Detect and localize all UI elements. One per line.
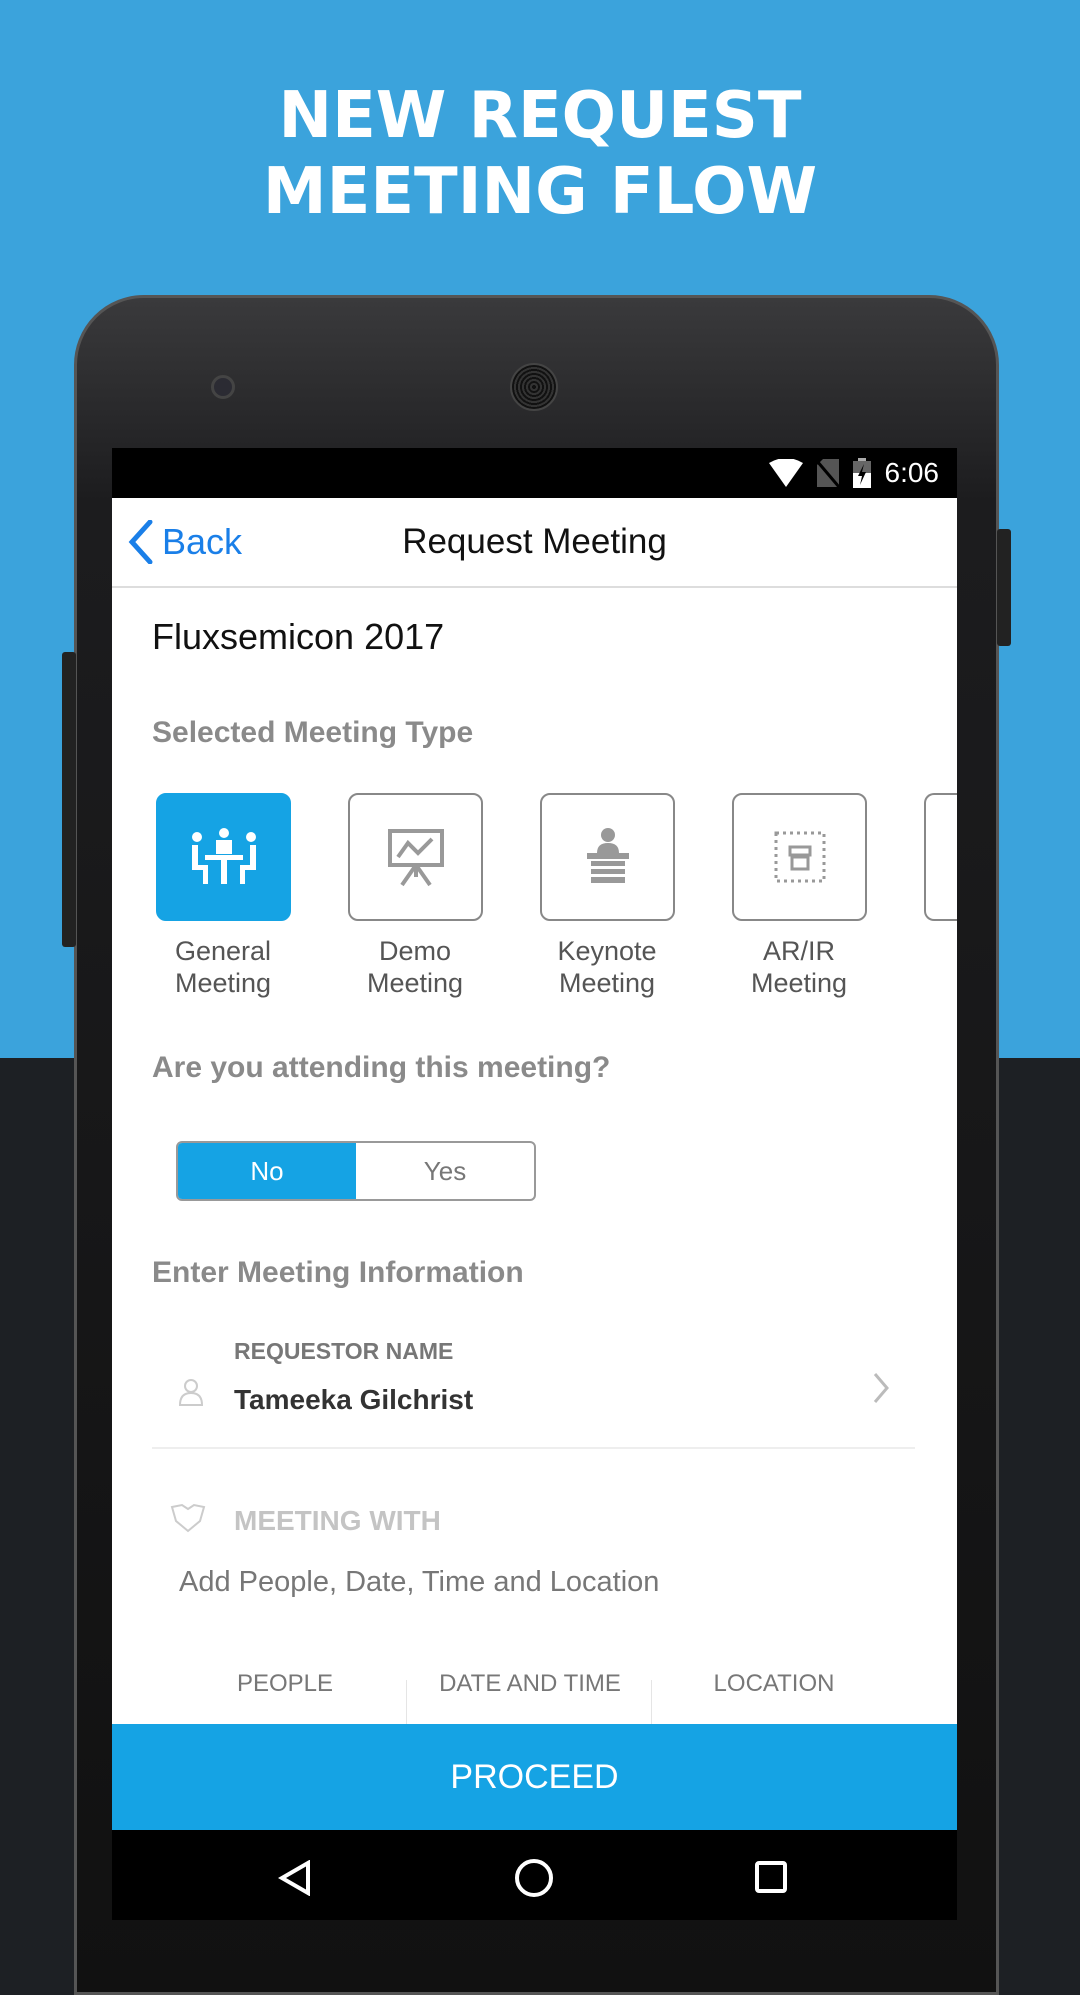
chevron-right-icon [873,1373,889,1403]
volume-button [62,652,76,947]
person-icon [178,1379,204,1406]
meeting-type-heading: Selected Meeting Type [152,716,474,749]
wifi-icon [768,459,803,487]
label-line: Meeting [750,968,848,998]
requestor-label: REQUESTOR NAME [234,1338,454,1364]
back-triangle-icon[interactable] [278,1860,312,1896]
meeting-type-demo[interactable] [348,793,483,921]
headline-line-2: MEETING FLOW [262,155,818,229]
presentation-board-icon [387,829,444,887]
label-line: Meeting [558,968,656,998]
front-camera [211,375,235,399]
meeting-type-keynote[interactable] [540,793,675,921]
proceed-button[interactable]: PROCEED [112,1724,957,1830]
meeting-with-hint[interactable]: Add People, Date, Time and Location [179,1566,659,1599]
label-line: Meeting [366,968,464,998]
tab-location[interactable]: LOCATION [654,1670,894,1698]
tab-divider [651,1680,652,1724]
requestor-row[interactable]: REQUESTOR NAME Tameeka Gilchrist [152,1328,915,1449]
event-name: Fluxsemicon 2017 [152,616,445,657]
people-at-table-icon [191,828,256,884]
meeting-type-ar-ir[interactable] [732,793,867,921]
attending-no-option[interactable]: No [178,1143,356,1199]
handshake-icon [170,1503,206,1533]
power-button [997,529,1011,646]
meeting-type-label: General Meeting [133,935,313,999]
attending-toggle: No Yes [176,1141,536,1201]
tab-people[interactable]: PEOPLE [165,1670,405,1698]
label-line: Keynote [557,936,657,966]
status-time: 6:06 [884,457,940,488]
no-sim-icon [816,459,839,487]
label-line: Meeting [174,968,272,998]
podium-speaker-icon [586,828,629,883]
analyst-exchange-icon [774,831,825,883]
label-line: Demo [378,936,452,966]
speaker-grille [510,363,558,411]
attending-yes-option[interactable]: Yes [356,1143,534,1199]
page-title: Request Meeting [402,522,667,561]
label-line: General [174,936,272,966]
meeting-with-label: MEETING WITH [234,1505,441,1536]
meeting-type-label: Keynote Meeting [517,935,697,999]
meeting-type-label: Demo Meeting [325,935,505,999]
app-bar: Back Request Meeting [112,498,957,588]
meeting-type-more[interactable] [924,793,957,921]
meeting-type-general[interactable] [156,793,291,921]
meeting-type-label: AR/IR Meeting [709,935,889,999]
tab-divider [406,1680,407,1724]
headline: NEW REQUEST MEETING FLOW [0,78,1080,230]
android-nav-bar [112,1830,957,1920]
home-circle-icon[interactable] [514,1858,554,1898]
requestor-value: Tameeka Gilchrist [234,1384,474,1415]
app-screen: 6:06 Back Request Meeting Fluxsemicon 20… [112,448,957,1830]
label-line: AR/IR [762,936,835,966]
status-bar: 6:06 [112,448,957,498]
recents-square-icon[interactable] [754,1860,788,1894]
meeting-info-heading: Enter Meeting Information [152,1256,524,1289]
battery-charging-icon [852,458,871,488]
attending-question: Are you attending this meeting? [152,1051,611,1084]
headline-line-1: NEW REQUEST [278,79,802,153]
tab-date-and-time[interactable]: DATE AND TIME [410,1670,650,1698]
